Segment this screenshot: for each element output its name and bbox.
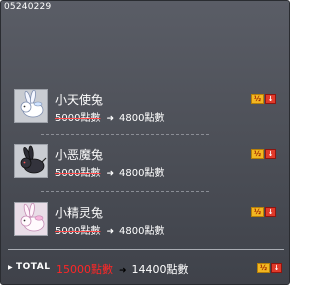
total-final: 14400點數 <box>131 263 189 276</box>
sale-price: 4800點數 <box>119 168 165 179</box>
down-arrow-icon: ↓ <box>265 149 276 159</box>
half-price-icon: ½ <box>257 263 270 273</box>
white-rabbit-icon <box>14 89 48 123</box>
list-item-devil-rabbit[interactable]: 小恶魔兔 5000點數 ➜ 4800點數 ½ ↓ <box>14 144 280 180</box>
item-name: 小天使兔 <box>55 93 104 107</box>
discount-badge[interactable]: ½ ↓ <box>251 207 278 217</box>
half-price-icon: ½ <box>251 94 264 104</box>
discount-badge[interactable]: ½ ↓ <box>251 149 278 159</box>
discount-badge[interactable]: ½ ↓ <box>251 94 278 104</box>
total-original: 15000點數 <box>56 263 113 276</box>
total-row: ▶ TOTAL 15000點數 ➜ 14400點數 ½ ↓ <box>8 260 284 276</box>
item-price: 5000點數 ➜ 4800點數 <box>55 109 165 124</box>
divider <box>41 191 209 192</box>
arrow-right-icon: ➜ <box>106 227 114 237</box>
triangle-right-icon: ▶ <box>8 264 13 271</box>
arrow-right-icon: ➜ <box>106 114 114 124</box>
arrow-right-icon: ➜ <box>119 266 127 276</box>
sale-price: 4800點數 <box>119 113 165 124</box>
pink-rabbit-icon <box>14 202 48 236</box>
cash-shop-cart-panel: 05240229 小天使兔 5000點數 ➜ 4800點數 ½ ↓ 小恶魔兔 5… <box>0 0 290 285</box>
total-label: TOTAL <box>16 262 51 272</box>
half-price-icon: ½ <box>251 149 264 159</box>
sale-price: 4800點數 <box>119 226 165 237</box>
down-arrow-icon: ↓ <box>265 207 276 217</box>
list-item-fairy-rabbit[interactable]: 小精灵兔 5000點數 ➜ 4800點數 ½ ↓ <box>14 202 280 238</box>
down-arrow-icon: ↓ <box>271 263 282 273</box>
original-price: 5000點數 <box>55 113 101 124</box>
list-item-angel-rabbit[interactable]: 小天使兔 5000點數 ➜ 4800點數 ½ ↓ <box>14 89 280 125</box>
total-amounts: 15000點數 ➜ 14400點數 <box>56 261 189 277</box>
black-rabbit-icon <box>14 144 48 178</box>
total-divider <box>8 249 284 250</box>
down-arrow-icon: ↓ <box>265 94 276 104</box>
item-name: 小精灵兔 <box>55 206 104 220</box>
half-price-icon: ½ <box>251 207 264 217</box>
item-code: 05240229 <box>4 2 52 12</box>
original-price: 5000點數 <box>55 226 101 237</box>
original-price: 5000點數 <box>55 168 101 179</box>
arrow-right-icon: ➜ <box>106 169 114 179</box>
discount-badge[interactable]: ½ ↓ <box>257 263 284 273</box>
divider <box>41 134 209 135</box>
item-price: 5000點數 ➜ 4800點數 <box>55 164 165 179</box>
item-price: 5000點數 ➜ 4800點數 <box>55 222 165 237</box>
item-name: 小恶魔兔 <box>55 148 104 162</box>
